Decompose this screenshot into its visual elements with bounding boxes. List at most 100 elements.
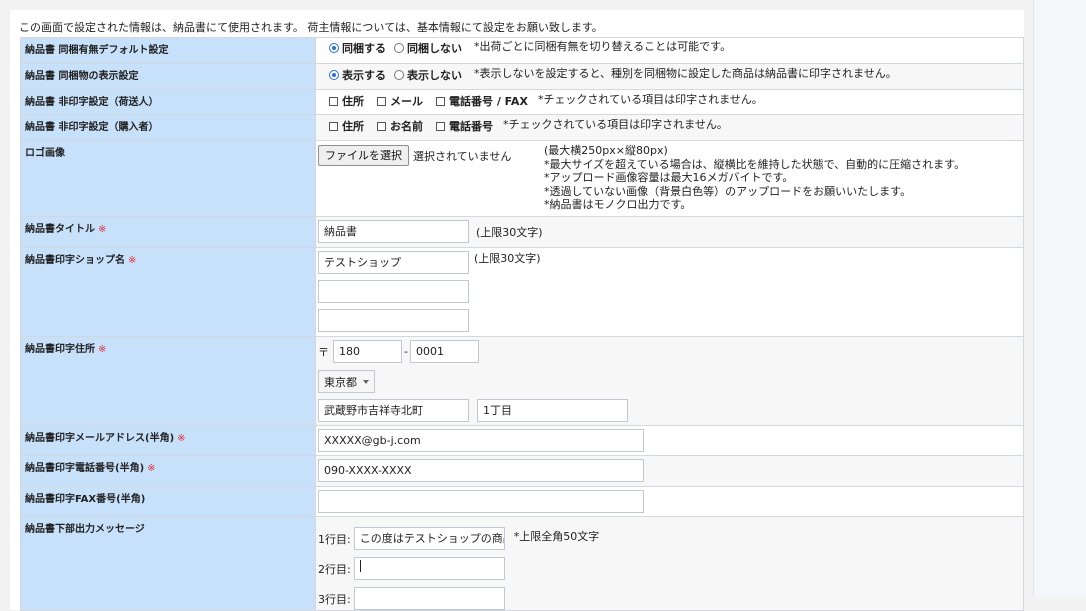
message-line2-input[interactable] [353, 557, 505, 580]
row-bundle-default: 納品書 同梱有無デフォルト設定 同梱する 同梱しない *出荷ごとに同梱有無を切り… [20, 37, 1024, 64]
shop-name-limit: (上限30文字) [474, 251, 541, 265]
row-title: 納品書タイトル ※ 納品書 (上限30文字) [20, 216, 1024, 248]
label-bundle-default: 納品書 同梱有無デフォルト設定 [25, 45, 169, 56]
radio-dot-checked [329, 43, 339, 53]
radio-dot-unchecked [394, 70, 404, 80]
row-fax: 納品書印字FAX番号(半角) [20, 486, 1024, 517]
logo-note-transparency: *透過していない画像（背景白色等）のアップロードをお願いいたします。 [544, 184, 912, 198]
required-mark: ※ [98, 224, 107, 235]
shop-name-input-3[interactable] [318, 309, 469, 332]
shop-name-input-1[interactable]: テストショップ [318, 251, 469, 274]
message-line3-label: 3行目: [318, 592, 351, 606]
row-noprint-buyer: 納品書 非印字設定（購入者） 住所 お名前 電話番号 *チェックされている項目は… [20, 114, 1024, 141]
intro-text: この画面で設定された情報は、納品書にて使用されます。 荷主情報については、基本情… [19, 21, 603, 34]
checkbox-box [436, 96, 445, 106]
logo-note-monochrome: *納品書はモノクロ出力です。 [544, 198, 692, 212]
radio-display-yes-label: 表示する [342, 69, 386, 82]
row-logo: ロゴ画像 ファイルを選択 選択されていません (最大横250px×縦80px) … [20, 140, 1024, 217]
radio-dot-checked [329, 70, 339, 80]
file-status-text: 選択されていません [413, 149, 512, 163]
chevron-down-icon [363, 379, 369, 384]
label-shop-name: 納品書印字ショップ名 [25, 255, 125, 266]
checkbox-buyer-phone-label: 電話番号 [449, 120, 493, 133]
shop-name-input-2[interactable] [318, 280, 469, 303]
radio-display-no[interactable]: 表示しない [394, 67, 462, 83]
prefecture-select[interactable]: 東京都 [318, 370, 375, 393]
radio-display-yes[interactable]: 表示する [329, 67, 386, 83]
radio-bundle-no-label: 同梱しない [407, 42, 462, 55]
row-address: 納品書印字住所 ※ 〒 180 - 0001 東京都 武蔵野市吉祥寺北町 1丁目 [20, 336, 1024, 426]
row-message: 納品書下部出力メッセージ 1行目: この度はテストショップの商品 *上限全角50… [20, 516, 1024, 611]
checkbox-box [377, 121, 386, 131]
radio-bundle-yes[interactable]: 同梱する [329, 40, 386, 56]
label-noprint-sender: 納品書 非印字設定（荷送人） [25, 97, 159, 108]
label-phone: 納品書印字電話番号(半角) [25, 463, 145, 474]
required-mark: ※ [98, 344, 107, 355]
logo-notes: (最大横250px×縦80px) *最大サイズを超えている場合は、縦横比を維持し… [544, 144, 965, 212]
title-input[interactable]: 納品書 [318, 220, 469, 243]
logo-note-compress: *最大サイズを超えている場合は、縦横比を維持した状態で、自動的に圧縮されます。 [544, 157, 966, 171]
note-bundle-default: *出荷ごとに同梱有無を切り替えることは可能です。 [474, 40, 732, 53]
file-select-button[interactable]: ファイルを選択 [318, 145, 409, 166]
checkbox-buyer-address[interactable]: 住所 [329, 118, 364, 134]
checkbox-buyer-name[interactable]: お名前 [377, 118, 423, 134]
label-title: 納品書タイトル [25, 224, 95, 235]
label-logo: ロゴ画像 [25, 148, 65, 159]
message-limit: *上限全角50文字 [513, 529, 600, 543]
logo-note-capacity: *アップロード画像容量は最大16メガバイトです。 [544, 171, 794, 185]
street-input[interactable]: 1丁目 [477, 399, 628, 422]
radio-bundle-yes-label: 同梱する [342, 42, 386, 55]
row-shop-name: 納品書印字ショップ名 ※ テストショップ (上限30文字) [20, 247, 1024, 337]
title-limit: (上限30文字) [476, 225, 543, 239]
label-message: 納品書下部出力メッセージ [25, 524, 145, 535]
phone-input[interactable]: 090-XXXX-XXXX [318, 459, 644, 482]
text-cursor [359, 560, 361, 572]
checkbox-sender-address-label: 住所 [342, 95, 364, 108]
required-mark: ※ [147, 463, 156, 474]
checkbox-box [329, 121, 338, 131]
zip2-input[interactable]: 0001 [409, 340, 479, 363]
checkbox-sender-email-label: メール [390, 95, 423, 108]
message-line3-input[interactable] [353, 587, 505, 610]
label-address: 納品書印字住所 [25, 344, 95, 355]
checkbox-buyer-address-label: 住所 [342, 120, 364, 133]
note-noprint-sender: *チェックされている項目は印字されません。 [537, 93, 763, 106]
radio-display-no-label: 表示しない [407, 69, 462, 82]
settings-form-table: 納品書 同梱有無デフォルト設定 同梱する 同梱しない *出荷ごとに同梱有無を切り… [20, 37, 1024, 611]
label-noprint-buyer: 納品書 非印字設定（購入者） [25, 122, 159, 133]
radio-bundle-no[interactable]: 同梱しない [394, 40, 462, 56]
zip-separator: - [404, 345, 408, 358]
label-email: 納品書印字メールアドレス(半角) [25, 433, 175, 444]
checkbox-sender-email[interactable]: メール [377, 93, 423, 109]
required-mark: ※ [128, 255, 137, 266]
city-input[interactable]: 武蔵野市吉祥寺北町 [318, 399, 469, 422]
zip1-input[interactable]: 180 [333, 340, 402, 363]
checkbox-buyer-phone[interactable]: 電話番号 [436, 118, 493, 134]
checkbox-box [377, 96, 386, 106]
row-phone: 納品書印字電話番号(半角) ※ 090-XXXX-XXXX [20, 455, 1024, 487]
logo-note-size: (最大横250px×縦80px) [544, 144, 668, 157]
settings-panel: この画面で設定された情報は、納品書にて使用されます。 荷主情報については、基本情… [10, 10, 1024, 611]
note-bundle-display: *表示しないを設定すると、種別を同梱物に設定した商品は納品書に印字されません。 [474, 67, 897, 80]
fax-input[interactable] [318, 490, 644, 513]
checkbox-sender-address[interactable]: 住所 [329, 93, 364, 109]
row-email: 納品書印字メールアドレス(半角) ※ XXXXX@gb-j.com [20, 425, 1024, 456]
prefecture-selected: 東京都 [324, 375, 357, 389]
checkbox-box [436, 121, 445, 131]
required-mark: ※ [177, 433, 186, 444]
checkbox-buyer-name-label: お名前 [390, 120, 423, 133]
message-line1-input[interactable]: この度はテストショップの商品 [353, 527, 505, 550]
row-noprint-sender: 納品書 非印字設定（荷送人） 住所 メール 電話番号 / FAX *チェックされ… [20, 89, 1024, 115]
row-bundle-display: 納品書 同梱物の表示設定 表示する 表示しない *表示しないを設定すると、種別を… [20, 63, 1024, 90]
radio-dot-unchecked [394, 43, 404, 53]
email-input[interactable]: XXXXX@gb-j.com [318, 429, 644, 452]
message-line1-label: 1行目: [318, 532, 351, 546]
message-line2-label: 2行目: [318, 562, 351, 576]
note-noprint-buyer: *チェックされている項目は印字されません。 [503, 118, 728, 131]
checkbox-box [329, 96, 338, 106]
label-fax: 納品書印字FAX番号(半角) [25, 494, 146, 505]
label-bundle-display: 納品書 同梱物の表示設定 [25, 71, 139, 82]
checkbox-sender-phone[interactable]: 電話番号 / FAX [436, 93, 528, 109]
right-side-panel [1033, 0, 1086, 597]
checkbox-sender-phone-label: 電話番号 / FAX [449, 95, 528, 108]
